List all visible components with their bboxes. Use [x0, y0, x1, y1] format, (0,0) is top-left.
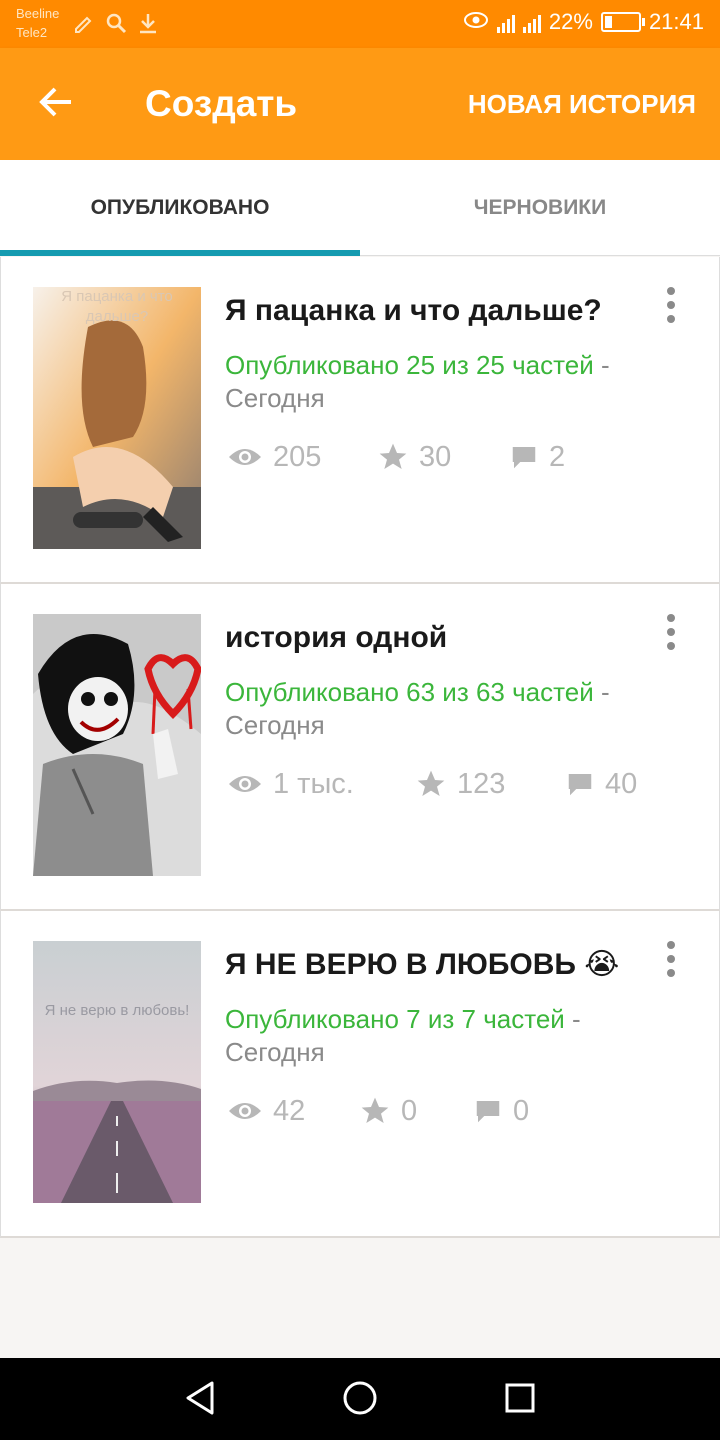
publish-status: Опубликовано 63 из 63 частей — [225, 677, 594, 707]
tab-indicator — [0, 250, 360, 256]
signal-icon-2 — [522, 11, 541, 33]
cover-text: Я не верю в любовь! — [44, 1002, 190, 1019]
dot-icon — [667, 969, 675, 977]
story-title[interactable]: история одной — [225, 616, 635, 660]
votes-count: 0 — [401, 1094, 418, 1127]
story-title[interactable]: Я пацанка и что дальше? — [225, 289, 635, 333]
arrow-left-icon — [38, 86, 74, 123]
star-icon — [359, 1095, 391, 1127]
views-count: 42 — [273, 1094, 306, 1127]
votes-stat: 0 — [359, 1091, 417, 1131]
dot-icon — [667, 301, 675, 309]
dot-icon — [667, 628, 675, 636]
back-button[interactable] — [30, 78, 82, 130]
separator: - — [600, 350, 610, 380]
story-title[interactable]: Я НЕ ВЕРЮ В ЛЮБОВЬ 😭 — [225, 943, 635, 987]
views-stat: 1 тыс. — [227, 764, 354, 804]
edit-icon — [72, 10, 96, 36]
tab-published[interactable]: ОПУБЛИКОВАНО — [0, 160, 360, 256]
dot-icon — [667, 614, 675, 622]
battery-percent: 22% — [548, 9, 593, 34]
story-card[interactable]: Я пацанка и что дальше? Я пацанка и что … — [0, 257, 720, 584]
comments-stat: 40 — [565, 764, 637, 804]
eye-icon — [227, 445, 263, 469]
separator: - — [600, 677, 610, 707]
comments-stat: 2 — [509, 437, 565, 477]
nav-home-button[interactable] — [340, 1380, 380, 1420]
back-triangle-icon — [184, 1380, 216, 1421]
story-card[interactable]: Я не верю в любовь! Я НЕ ВЕРЮ В ЛЮБОВЬ 😭… — [0, 911, 720, 1238]
views-count: 205 — [273, 440, 322, 473]
eye-icon — [227, 1099, 263, 1123]
publish-date: Сегодня — [225, 1037, 325, 1067]
app-bar: Создать НОВАЯ ИСТОРИЯ — [0, 48, 720, 160]
story-stats: 42 0 0 — [227, 1091, 687, 1131]
eye-comfort-icon — [463, 8, 489, 36]
publish-info: Опубликовано 25 из 25 частей - Сегодня — [225, 349, 665, 415]
carrier-2: Tele2 — [16, 25, 48, 40]
publish-info: Опубликовано 63 из 63 частей - Сегодня — [225, 676, 665, 742]
more-options-button[interactable] — [653, 285, 689, 325]
dot-icon — [667, 315, 675, 323]
votes-stat: 123 — [415, 764, 505, 804]
battery-fill — [604, 16, 612, 28]
cover-text: Я пацанка и что дальше? — [61, 288, 173, 325]
comments-stat: 0 — [473, 1091, 529, 1131]
comment-icon — [473, 1096, 503, 1126]
views-stat: 205 — [227, 437, 321, 477]
story-stats: 205 30 2 — [227, 437, 687, 477]
publish-status: Опубликовано 25 из 25 частей — [225, 350, 594, 380]
recents-square-icon — [504, 1382, 536, 1419]
more-options-button[interactable] — [653, 612, 689, 652]
eye-icon — [227, 772, 263, 796]
dot-icon — [667, 941, 675, 949]
more-options-button[interactable] — [653, 939, 689, 979]
story-cover[interactable]: Я не верю в любовь! — [33, 941, 201, 1203]
search-icon — [104, 10, 128, 36]
status-bar: Beeline Tele2 22% 21:41 — [0, 0, 720, 48]
publish-info: Опубликовано 7 из 7 частей - Сегодня — [225, 1003, 665, 1069]
carrier-names: Beeline Tele2 — [16, 4, 59, 42]
notification-icons — [72, 10, 160, 36]
comments-count: 40 — [605, 767, 638, 800]
story-cover[interactable] — [33, 614, 201, 876]
carrier-1: Beeline — [16, 6, 60, 21]
dot-icon — [667, 955, 675, 963]
new-story-button[interactable]: НОВАЯ ИСТОРИЯ — [468, 88, 696, 120]
download-icon — [136, 10, 160, 36]
page-title: Создать — [145, 83, 298, 124]
dot-icon — [667, 642, 675, 650]
story-card[interactable]: история одной Опубликовано 63 из 63 част… — [0, 584, 720, 911]
votes-count: 30 — [419, 440, 452, 473]
publish-date: Сегодня — [225, 383, 325, 413]
system-nav-bar — [0, 1358, 720, 1440]
views-stat: 42 — [227, 1091, 305, 1131]
comment-icon — [565, 769, 595, 799]
story-list: Я пацанка и что дальше? Я пацанка и что … — [0, 257, 720, 1238]
views-count: 1 тыс. — [273, 767, 354, 800]
dot-icon — [667, 287, 675, 295]
separator: - — [572, 1004, 581, 1034]
tab-bar: ОПУБЛИКОВАНО ЧЕРНОВИКИ — [0, 160, 720, 256]
comments-count: 0 — [513, 1094, 530, 1127]
home-circle-icon — [342, 1380, 378, 1421]
publish-status: Опубликовано 7 из 7 частей — [225, 1004, 565, 1034]
nav-recents-button[interactable] — [500, 1380, 540, 1420]
comments-count: 2 — [549, 440, 566, 473]
votes-count: 123 — [457, 767, 506, 800]
signal-icon — [496, 11, 515, 33]
story-cover[interactable]: Я пацанка и что дальше? — [33, 287, 201, 549]
star-icon — [415, 768, 447, 800]
system-status: 22% 21:41 — [463, 8, 704, 36]
clock: 21:41 — [648, 9, 704, 34]
publish-date: Сегодня — [225, 710, 325, 740]
battery-icon — [600, 12, 645, 32]
tab-drafts[interactable]: ЧЕРНОВИКИ — [360, 160, 720, 256]
nav-back-button[interactable] — [180, 1380, 220, 1420]
story-stats: 1 тыс. 123 40 — [227, 764, 687, 804]
votes-stat: 30 — [377, 437, 451, 477]
comment-icon — [509, 442, 539, 472]
star-icon — [377, 441, 409, 473]
